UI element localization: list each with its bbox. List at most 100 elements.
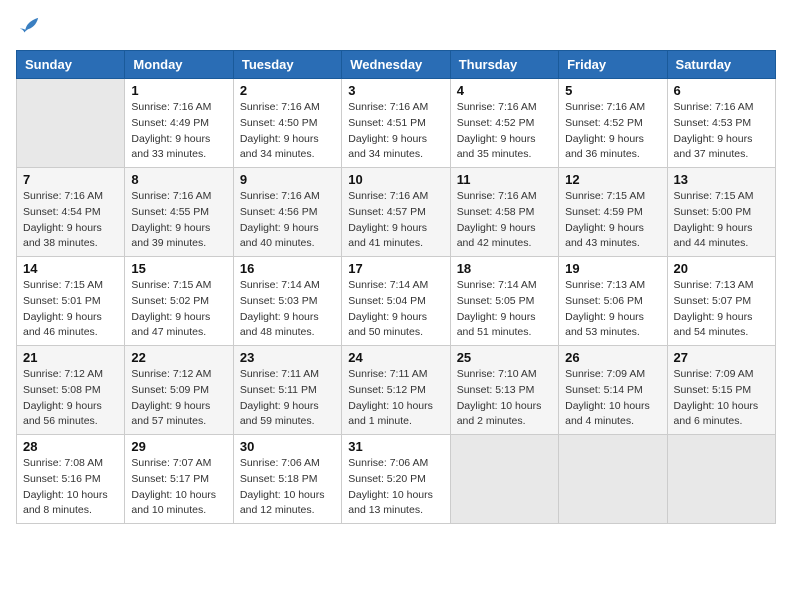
calendar-cell: 29 Sunrise: 7:07 AM Sunset: 5:17 PM Dayli… xyxy=(125,435,233,524)
day-number: 15 xyxy=(131,261,226,276)
calendar-week-1: 1Sunrise: 7:16 AM Sunset: 4:49 PM Daylig… xyxy=(17,79,776,168)
day-info: Sunrise: 7:16 AM Sunset: 4:55 PM Dayligh… xyxy=(131,189,226,252)
day-number: 6 xyxy=(674,83,769,98)
day-number: 24 xyxy=(348,350,443,365)
day-info: Sunrise: 7:08 AM Sunset: 5:16 PM Dayligh… xyxy=(23,456,118,519)
calendar-week-4: 21 Sunrise: 7:12 AM Sunset: 5:08 PM Dayli… xyxy=(17,346,776,435)
calendar-cell: 26 Sunrise: 7:09 AM Sunset: 5:14 PM Dayli… xyxy=(559,346,667,435)
day-info: Sunrise: 7:10 AM Sunset: 5:13 PM Dayligh… xyxy=(457,367,552,430)
logo-bird-icon xyxy=(18,16,40,38)
day-number: 26 xyxy=(565,350,660,365)
calendar-cell: 18Sunrise: 7:14 AM Sunset: 5:05 PM Dayli… xyxy=(450,257,558,346)
calendar-cell: 21 Sunrise: 7:12 AM Sunset: 5:08 PM Dayli… xyxy=(17,346,125,435)
header-wednesday: Wednesday xyxy=(342,51,450,79)
calendar-cell: 15 Sunrise: 7:15 AM Sunset: 5:02 PM Dayli… xyxy=(125,257,233,346)
day-info: Sunrise: 7:15 AM Sunset: 5:02 PM Dayligh… xyxy=(131,278,226,341)
calendar-cell: 28 Sunrise: 7:08 AM Sunset: 5:16 PM Dayli… xyxy=(17,435,125,524)
day-info: Sunrise: 7:16 AM Sunset: 4:57 PM Dayligh… xyxy=(348,189,443,252)
calendar-cell: 16 Sunrise: 7:14 AM Sunset: 5:03 PM Dayli… xyxy=(233,257,341,346)
day-info: Sunrise: 7:06 AM Sunset: 5:18 PM Dayligh… xyxy=(240,456,335,519)
day-number: 1 xyxy=(131,83,226,98)
calendar-cell: 22 Sunrise: 7:12 AM Sunset: 5:09 PM Dayli… xyxy=(125,346,233,435)
day-info: Sunrise: 7:16 AM Sunset: 4:53 PM Dayligh… xyxy=(674,100,769,163)
day-number: 21 xyxy=(23,350,118,365)
day-number: 19 xyxy=(565,261,660,276)
day-info: Sunrise: 7:12 AM Sunset: 5:08 PM Dayligh… xyxy=(23,367,118,430)
calendar-cell: 6 Sunrise: 7:16 AM Sunset: 4:53 PM Daylig… xyxy=(667,79,775,168)
day-info: Sunrise: 7:15 AM Sunset: 5:01 PM Dayligh… xyxy=(23,278,118,341)
day-info: Sunrise: 7:15 AM Sunset: 5:00 PM Dayligh… xyxy=(674,189,769,252)
calendar-cell: 12 Sunrise: 7:15 AM Sunset: 4:59 PM Dayli… xyxy=(559,168,667,257)
header-thursday: Thursday xyxy=(450,51,558,79)
calendar-cell: 11 Sunrise: 7:16 AM Sunset: 4:58 PM Dayli… xyxy=(450,168,558,257)
day-number: 23 xyxy=(240,350,335,365)
header-tuesday: Tuesday xyxy=(233,51,341,79)
logo xyxy=(16,16,40,38)
day-number: 11 xyxy=(457,172,552,187)
day-info: Sunrise: 7:11 AM Sunset: 5:12 PM Dayligh… xyxy=(348,367,443,430)
calendar-cell: 24 Sunrise: 7:11 AM Sunset: 5:12 PM Dayli… xyxy=(342,346,450,435)
calendar-cell xyxy=(559,435,667,524)
day-number: 10 xyxy=(348,172,443,187)
calendar-header-row: SundayMondayTuesdayWednesdayThursdayFrid… xyxy=(17,51,776,79)
header-friday: Friday xyxy=(559,51,667,79)
calendar-cell xyxy=(17,79,125,168)
day-number: 12 xyxy=(565,172,660,187)
day-info: Sunrise: 7:12 AM Sunset: 5:09 PM Dayligh… xyxy=(131,367,226,430)
calendar-cell: 5Sunrise: 7:16 AM Sunset: 4:52 PM Daylig… xyxy=(559,79,667,168)
day-number: 25 xyxy=(457,350,552,365)
day-number: 20 xyxy=(674,261,769,276)
calendar-cell: 1Sunrise: 7:16 AM Sunset: 4:49 PM Daylig… xyxy=(125,79,233,168)
page-header xyxy=(16,16,776,38)
day-number: 2 xyxy=(240,83,335,98)
calendar-cell: 8Sunrise: 7:16 AM Sunset: 4:55 PM Daylig… xyxy=(125,168,233,257)
day-number: 3 xyxy=(348,83,443,98)
calendar-table: SundayMondayTuesdayWednesdayThursdayFrid… xyxy=(16,50,776,524)
calendar-cell: 13Sunrise: 7:15 AM Sunset: 5:00 PM Dayli… xyxy=(667,168,775,257)
day-info: Sunrise: 7:16 AM Sunset: 4:58 PM Dayligh… xyxy=(457,189,552,252)
day-info: Sunrise: 7:09 AM Sunset: 5:15 PM Dayligh… xyxy=(674,367,769,430)
day-number: 18 xyxy=(457,261,552,276)
calendar-week-3: 14 Sunrise: 7:15 AM Sunset: 5:01 PM Dayli… xyxy=(17,257,776,346)
day-info: Sunrise: 7:09 AM Sunset: 5:14 PM Dayligh… xyxy=(565,367,660,430)
day-info: Sunrise: 7:13 AM Sunset: 5:06 PM Dayligh… xyxy=(565,278,660,341)
day-number: 4 xyxy=(457,83,552,98)
day-info: Sunrise: 7:06 AM Sunset: 5:20 PM Dayligh… xyxy=(348,456,443,519)
day-info: Sunrise: 7:16 AM Sunset: 4:56 PM Dayligh… xyxy=(240,189,335,252)
calendar-cell: 10 Sunrise: 7:16 AM Sunset: 4:57 PM Dayli… xyxy=(342,168,450,257)
day-info: Sunrise: 7:16 AM Sunset: 4:52 PM Dayligh… xyxy=(457,100,552,163)
calendar-cell: 30 Sunrise: 7:06 AM Sunset: 5:18 PM Dayli… xyxy=(233,435,341,524)
day-number: 7 xyxy=(23,172,118,187)
calendar-cell: 17 Sunrise: 7:14 AM Sunset: 5:04 PM Dayli… xyxy=(342,257,450,346)
calendar-cell: 4 Sunrise: 7:16 AM Sunset: 4:52 PM Daylig… xyxy=(450,79,558,168)
calendar-cell xyxy=(450,435,558,524)
calendar-cell: 7Sunrise: 7:16 AM Sunset: 4:54 PM Daylig… xyxy=(17,168,125,257)
day-number: 14 xyxy=(23,261,118,276)
day-info: Sunrise: 7:07 AM Sunset: 5:17 PM Dayligh… xyxy=(131,456,226,519)
day-number: 22 xyxy=(131,350,226,365)
day-number: 31 xyxy=(348,439,443,454)
day-info: Sunrise: 7:14 AM Sunset: 5:04 PM Dayligh… xyxy=(348,278,443,341)
day-number: 16 xyxy=(240,261,335,276)
calendar-week-5: 28 Sunrise: 7:08 AM Sunset: 5:16 PM Dayli… xyxy=(17,435,776,524)
calendar-week-2: 7Sunrise: 7:16 AM Sunset: 4:54 PM Daylig… xyxy=(17,168,776,257)
day-number: 28 xyxy=(23,439,118,454)
calendar-cell: 9 Sunrise: 7:16 AM Sunset: 4:56 PM Daylig… xyxy=(233,168,341,257)
calendar-cell: 3 Sunrise: 7:16 AM Sunset: 4:51 PM Daylig… xyxy=(342,79,450,168)
day-info: Sunrise: 7:16 AM Sunset: 4:51 PM Dayligh… xyxy=(348,100,443,163)
day-info: Sunrise: 7:16 AM Sunset: 4:52 PM Dayligh… xyxy=(565,100,660,163)
header-saturday: Saturday xyxy=(667,51,775,79)
day-number: 17 xyxy=(348,261,443,276)
day-number: 30 xyxy=(240,439,335,454)
calendar-cell: 14 Sunrise: 7:15 AM Sunset: 5:01 PM Dayli… xyxy=(17,257,125,346)
calendar-cell: 19 Sunrise: 7:13 AM Sunset: 5:06 PM Dayli… xyxy=(559,257,667,346)
header-sunday: Sunday xyxy=(17,51,125,79)
day-info: Sunrise: 7:14 AM Sunset: 5:03 PM Dayligh… xyxy=(240,278,335,341)
day-info: Sunrise: 7:16 AM Sunset: 4:50 PM Dayligh… xyxy=(240,100,335,163)
calendar-cell: 2 Sunrise: 7:16 AM Sunset: 4:50 PM Daylig… xyxy=(233,79,341,168)
calendar-cell xyxy=(667,435,775,524)
day-info: Sunrise: 7:15 AM Sunset: 4:59 PM Dayligh… xyxy=(565,189,660,252)
day-number: 29 xyxy=(131,439,226,454)
day-number: 9 xyxy=(240,172,335,187)
header-monday: Monday xyxy=(125,51,233,79)
